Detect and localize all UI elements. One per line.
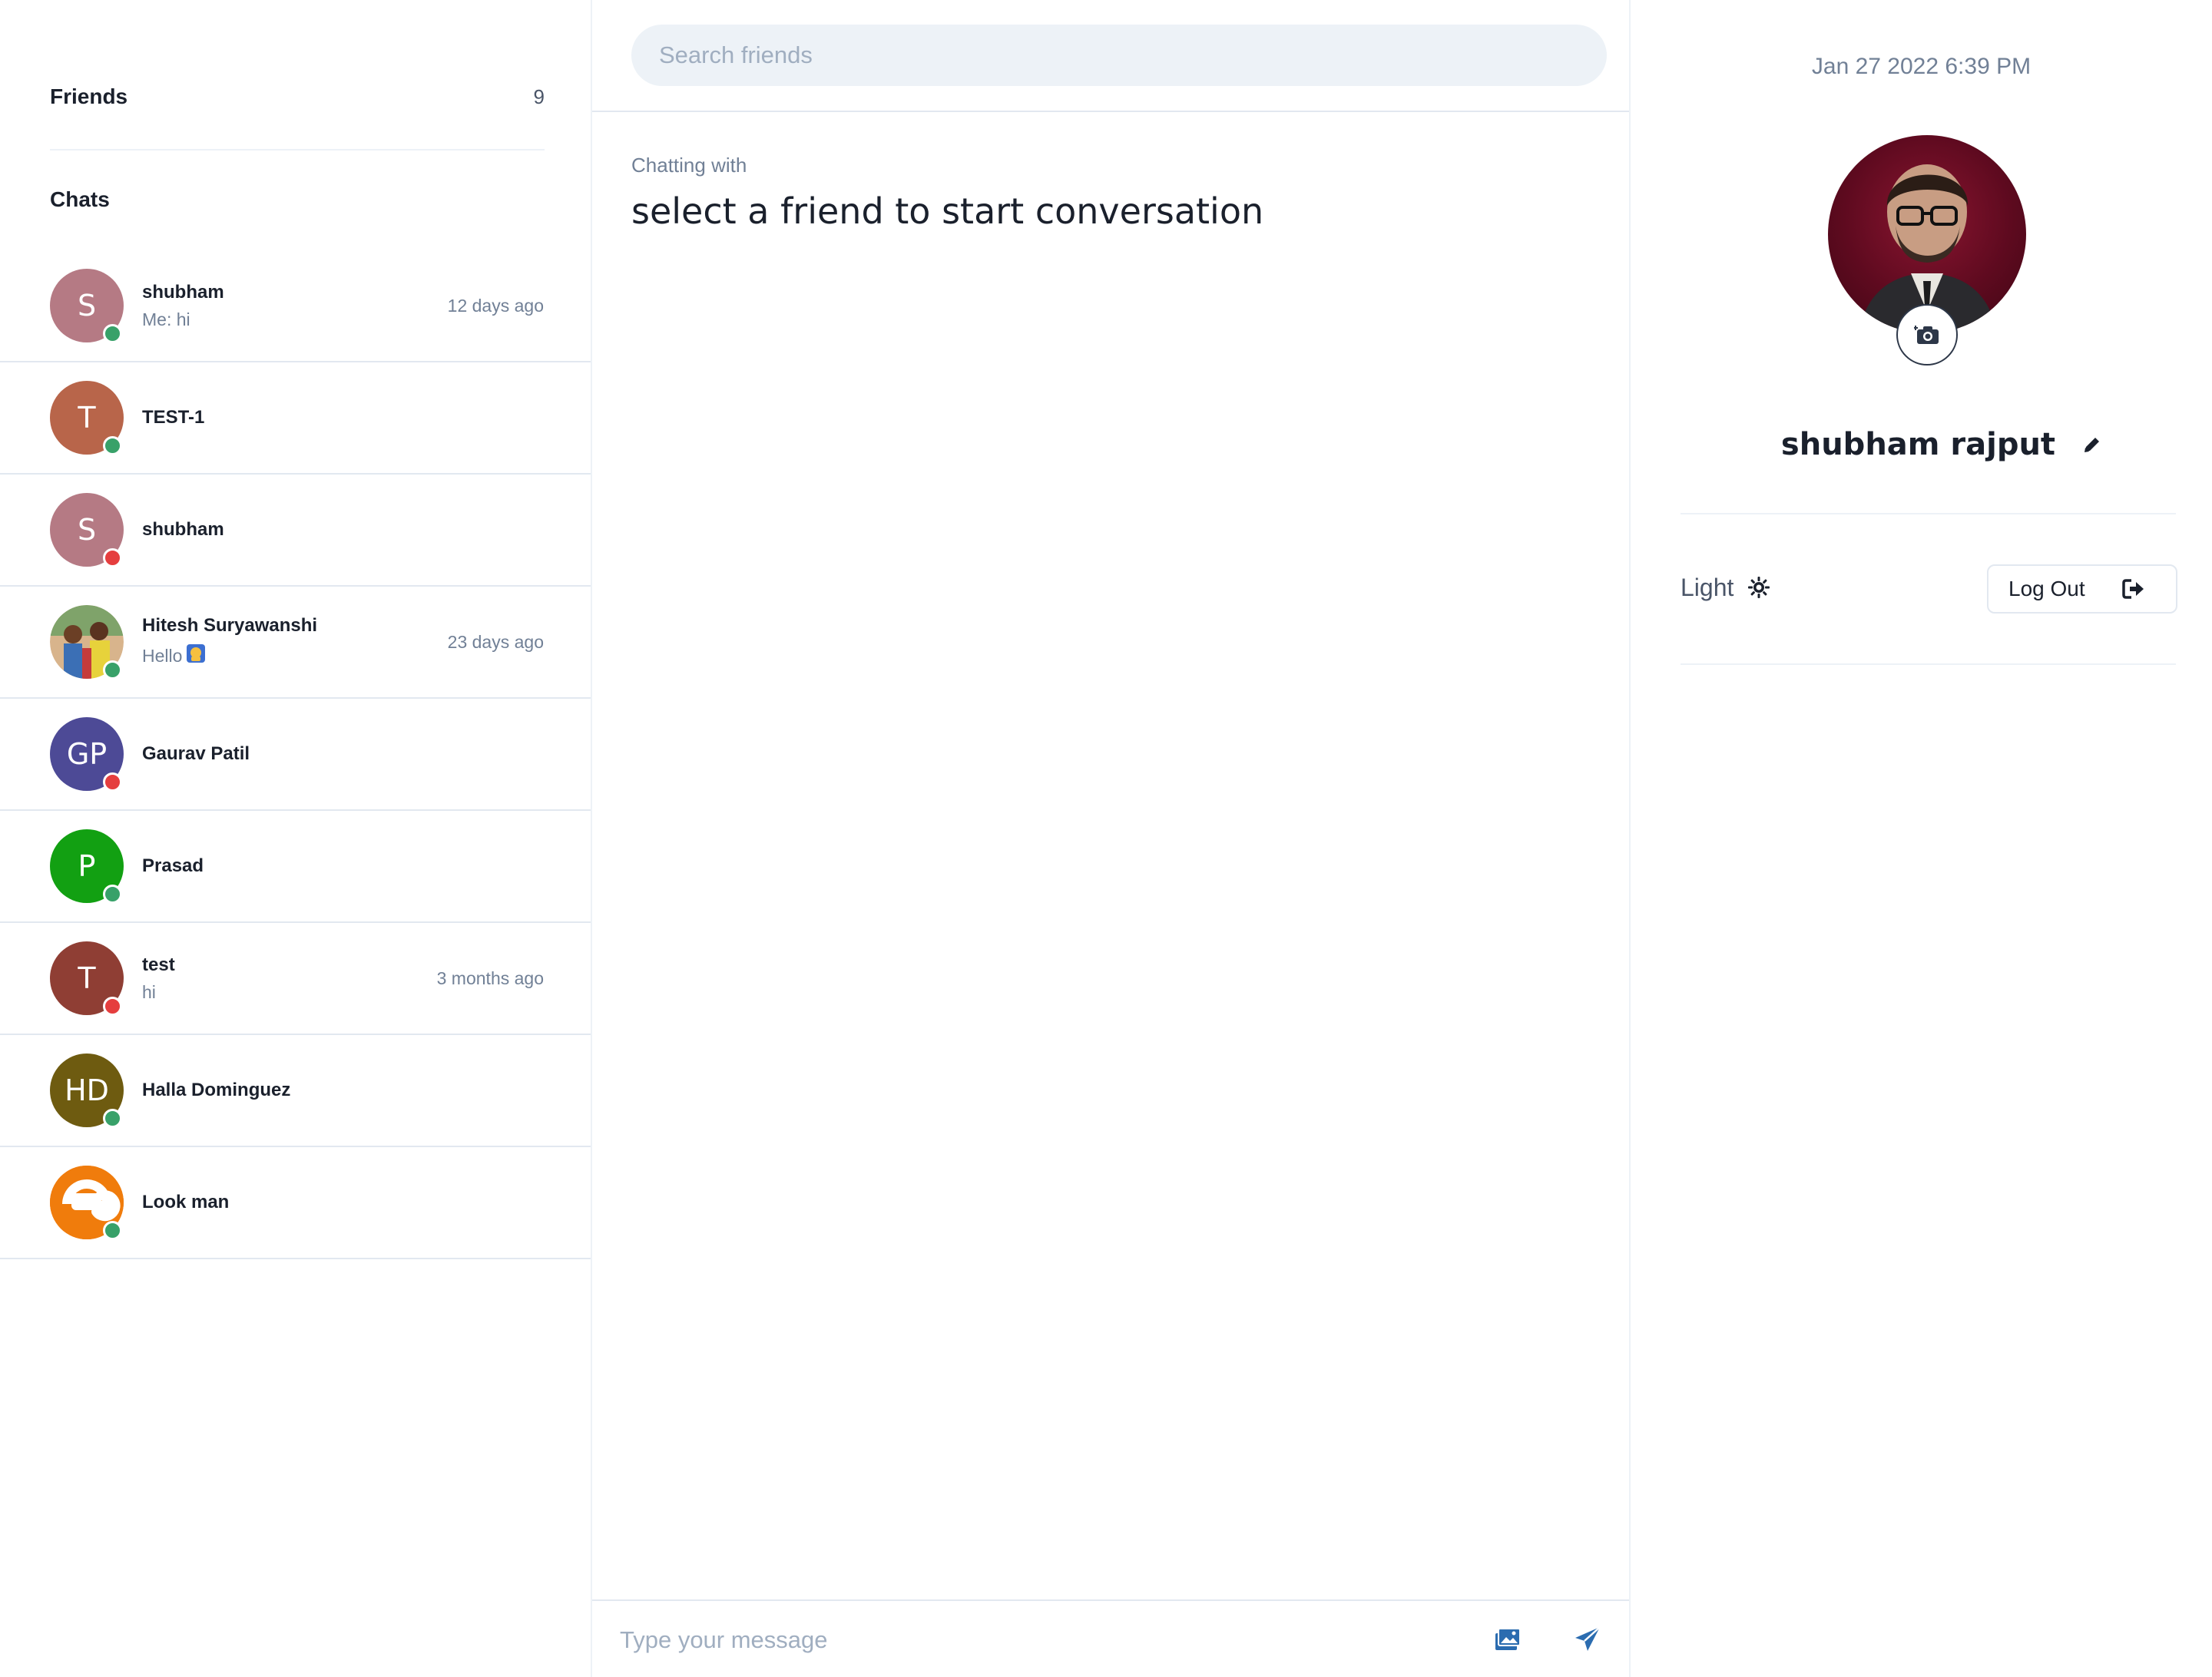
divider — [1681, 663, 2176, 665]
profile-name: shubham rajput — [1780, 427, 2056, 462]
chat-list: S shubham Me: hi 12 days ago T TEST-1 S … — [0, 250, 591, 1259]
send-button[interactable] — [1566, 1618, 1609, 1661]
chat-item-prasad[interactable]: P Prasad — [0, 811, 591, 923]
waving-hand-emoji-icon — [185, 643, 207, 669]
conversation-panel: Chatting with select a friend to start c… — [592, 0, 1631, 1677]
chat-item-halla-dominguez[interactable]: HD Halla Dominguez — [0, 1035, 591, 1147]
presence-dot — [103, 436, 122, 455]
logout-button[interactable]: Log Out — [1987, 564, 2177, 614]
image-icon — [1495, 1628, 1521, 1650]
presence-dot — [103, 885, 122, 904]
compose-bar — [592, 1599, 1629, 1677]
chat-item-hitesh[interactable]: Hitesh Suryawanshi Hello 23 days ago — [0, 587, 591, 699]
chat-item-shubham[interactable]: S shubham Me: hi 12 days ago — [0, 250, 591, 362]
theme-label: Light — [1681, 573, 1734, 601]
avatar-initial: T — [78, 401, 96, 435]
sun-icon — [1747, 576, 1770, 599]
conversation-title: select a friend to start conversation — [631, 190, 1264, 232]
chat-item-look-man[interactable]: Look man — [0, 1147, 591, 1259]
presence-dot — [103, 660, 122, 680]
presence-dot — [103, 772, 122, 792]
chat-item-shubham-2[interactable]: S shubham — [0, 475, 591, 587]
divider — [50, 149, 545, 150]
avatar-initial: S — [77, 513, 97, 547]
divider — [1681, 513, 2176, 514]
search-bar — [592, 0, 1629, 112]
chat-item-test-1[interactable]: T TEST-1 — [0, 362, 591, 475]
chat-name: test — [142, 954, 175, 975]
logout-icon — [2122, 579, 2144, 599]
chat-name: Look man — [142, 1192, 230, 1212]
presence-dot — [103, 324, 122, 343]
profile-name-row: shubham rajput — [1631, 427, 2212, 462]
chat-name: TEST-1 — [142, 407, 205, 428]
chat-preview: hi — [142, 981, 156, 1002]
chat-time: 23 days ago — [447, 631, 544, 652]
sidebar: Friends 9 Chats S shubham Me: hi 12 days… — [0, 0, 592, 1677]
chat-preview-row: Hello — [142, 643, 317, 669]
avatar-initial: GP — [66, 737, 108, 771]
message-input[interactable] — [618, 1615, 1420, 1665]
chat-name: Prasad — [142, 855, 204, 876]
chat-name: Halla Dominguez — [142, 1080, 291, 1100]
presence-dot — [103, 997, 122, 1016]
chat-item-test[interactable]: T test hi 3 months ago — [0, 923, 591, 1035]
theme-toggle[interactable]: Light — [1681, 568, 1770, 607]
presence-dot — [103, 1221, 122, 1240]
chatting-with-label: Chatting with — [631, 154, 747, 177]
chat-preview: Hello — [142, 645, 183, 666]
current-datetime: Jan 27 2022 6:39 PM — [1811, 54, 2032, 79]
chat-name: shubham — [142, 519, 224, 540]
chat-time: 3 months ago — [436, 968, 544, 988]
search-input[interactable] — [631, 25, 1607, 86]
change-photo-button[interactable] — [1896, 304, 1958, 366]
friends-count: 9 — [533, 84, 545, 108]
friends-header[interactable]: Friends 9 — [50, 80, 545, 114]
presence-dot — [103, 548, 122, 567]
logout-label: Log Out — [2008, 577, 2085, 600]
chat-name: Gaurav Patil — [142, 743, 250, 764]
send-icon — [1575, 1626, 1601, 1651]
pencil-icon — [2085, 438, 2100, 452]
chat-name: shubham — [142, 281, 224, 303]
presence-dot — [103, 1109, 122, 1128]
avatar-initial: HD — [65, 1073, 109, 1107]
chat-item-gaurav-patil[interactable]: GP Gaurav Patil — [0, 699, 591, 811]
profile-panel: Jan 27 2022 6:39 PM shubham rajput Light… — [1631, 0, 2212, 1677]
attach-image-button[interactable] — [1486, 1618, 1529, 1661]
avatar-initial: S — [77, 289, 97, 322]
friends-label: Friends — [50, 84, 128, 108]
camera-icon — [1914, 326, 1939, 344]
avatar-initial: T — [78, 961, 96, 995]
chats-label: Chats — [50, 187, 110, 211]
chat-time: 12 days ago — [447, 295, 544, 316]
chat-preview: Me: hi — [142, 309, 190, 329]
avatar-initial: P — [78, 849, 96, 883]
edit-name-button[interactable] — [2077, 429, 2108, 460]
chat-name: Hitesh Suryawanshi — [142, 615, 318, 636]
